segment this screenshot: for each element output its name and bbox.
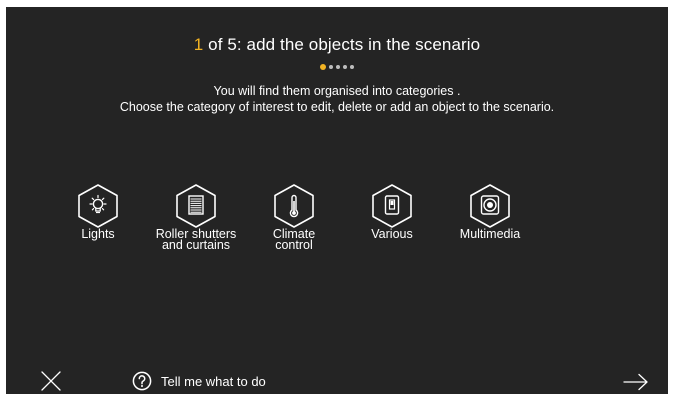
category-lights[interactable]: Lights <box>48 183 148 241</box>
help-button[interactable]: Tell me what to do <box>132 371 266 391</box>
category-label: control <box>275 238 313 252</box>
close-icon[interactable] <box>40 370 62 392</box>
light-bulb-icon <box>78 184 118 228</box>
help-label: Tell me what to do <box>161 373 266 389</box>
category-climate-control[interactable]: Climate control <box>244 183 344 251</box>
step-dot-4 <box>343 65 347 69</box>
step-title-text: of 5: add the objects in the scenario <box>203 35 481 54</box>
wizard-screen: 1 of 5: add the objects in the scenario … <box>6 7 668 394</box>
category-roller-shutters[interactable]: Roller shutters and curtains <box>146 183 246 251</box>
switch-icon <box>372 184 412 228</box>
question-circle-icon <box>132 371 152 391</box>
instructions-line-1: You will find them organised into catego… <box>213 84 461 98</box>
speaker-icon <box>470 184 510 228</box>
step-indicator <box>6 64 668 70</box>
step-dot-5 <box>350 65 354 69</box>
step-number: 1 <box>193 35 204 54</box>
step-dot-3 <box>336 65 340 69</box>
thermometer-icon <box>274 184 314 228</box>
category-label: and curtains <box>161 238 231 252</box>
step-dot-2 <box>329 65 333 69</box>
instructions: You will find them organised into catego… <box>6 84 668 115</box>
step-dot-1 <box>320 64 326 70</box>
arrow-right-icon[interactable] <box>623 373 649 391</box>
category-label: Lights <box>81 227 115 241</box>
step-title: 1 of 5: add the objects in the scenario <box>6 35 668 55</box>
category-multimedia[interactable]: Multimedia <box>440 183 540 241</box>
category-label: Multimedia <box>459 227 521 241</box>
category-various[interactable]: Various <box>342 183 442 241</box>
category-label: Various <box>371 227 413 241</box>
roller-shutter-icon <box>176 184 216 228</box>
category-list: Lights Roller shutters and curtains Clim… <box>6 183 668 273</box>
instructions-line-2: Choose the category of interest to edit,… <box>119 99 555 114</box>
